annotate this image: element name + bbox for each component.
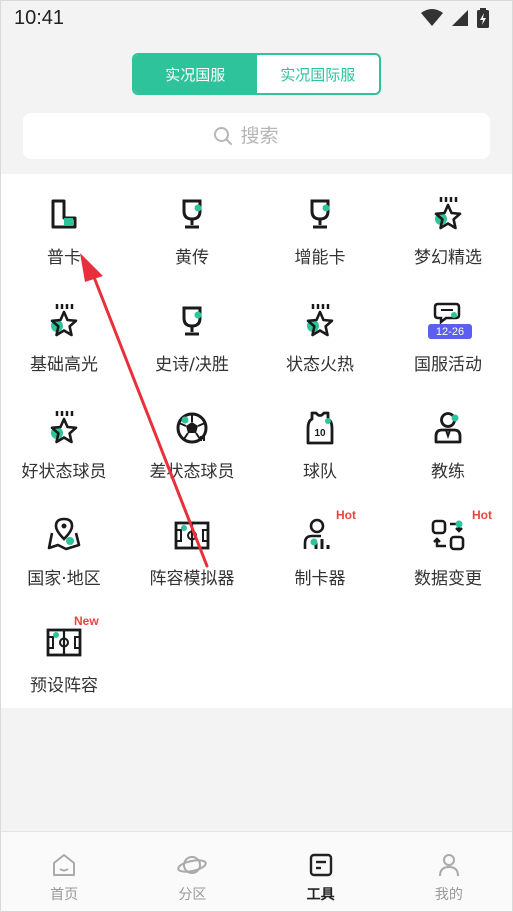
server-switch: 实况国服 实况国际服 (132, 53, 381, 95)
nav-zones[interactable]: 分区 (128, 832, 256, 912)
tool-label: 普卡 (47, 248, 81, 268)
battery-icon (477, 8, 489, 28)
search-input[interactable] (240, 125, 301, 147)
star-icon (50, 304, 78, 337)
tool-dream-select[interactable]: 梦幻精选 (384, 174, 512, 281)
tool-common-card[interactable]: 普卡 (0, 174, 128, 281)
tool-label: 史诗/决胜 (155, 355, 229, 375)
tool-nations[interactable]: 国家·地区 (0, 495, 128, 602)
star-icon (306, 304, 334, 337)
wifi-icon (421, 9, 443, 26)
boot-icon (51, 199, 77, 229)
bottom-nav: 首页 分区 工具 我的 (0, 831, 513, 912)
nav-mine[interactable]: 我的 (385, 832, 513, 912)
tool-label: 差状态球员 (149, 462, 235, 482)
tool-good-form-players[interactable]: 好状态球员 (0, 388, 128, 495)
coach-icon (434, 412, 462, 444)
tool-epic[interactable]: 史诗/决胜 (128, 281, 256, 388)
nav-home[interactable]: 首页 (0, 832, 128, 912)
nav-label: 工具 (306, 887, 335, 903)
user-icon (438, 854, 459, 877)
signal-icon (452, 10, 468, 26)
tool-label: 制卡器 (294, 569, 346, 589)
chat-icon: 12-26 (428, 301, 472, 341)
tool-coaches[interactable]: 教练 (384, 388, 512, 495)
nav-tools[interactable]: 工具 (257, 832, 385, 912)
search-bar[interactable] (23, 113, 490, 159)
tools-grid: 普卡 黄传 增能卡 梦幻精选 基础高光 史诗/决胜 状态火热 12-26 国服活… (0, 174, 513, 708)
tool-label: 教练 (431, 462, 465, 482)
trophy-icon (182, 199, 202, 229)
status-bar: 10:41 (0, 0, 513, 36)
tool-boost-card[interactable]: 增能卡 (256, 174, 384, 281)
card-maker-icon: Hot (300, 508, 356, 555)
nav-label: 分区 (178, 887, 207, 903)
status-icons (421, 8, 489, 28)
tool-label: 黄传 (175, 248, 209, 268)
tool-label: 数据变更 (414, 569, 482, 589)
tool-bad-form-players[interactable]: 差状态球员 (128, 388, 256, 495)
nav-label: 我的 (434, 887, 463, 903)
hot-badge: Hot (472, 508, 492, 522)
date-badge: 12-26 (428, 324, 472, 339)
nav-label: 首页 (50, 887, 79, 903)
tool-label: 状态火热 (286, 355, 354, 375)
tool-label: 基础高光 (30, 355, 98, 375)
tool-basic-highlight[interactable]: 基础高光 (0, 281, 128, 388)
tool-label: 国家·地区 (27, 569, 101, 589)
tool-preset-lineup[interactable]: New 预设阵容 (0, 602, 128, 709)
tab-intl-server[interactable]: 实况国际服 (257, 55, 380, 93)
tool-yellow-legend[interactable]: 黄传 (128, 174, 256, 281)
tool-label: 国服活动 (414, 355, 482, 375)
tool-label: 预设阵容 (30, 676, 98, 696)
tool-label: 阵容模拟器 (149, 569, 235, 589)
star-icon (50, 411, 78, 444)
tab-cn-server[interactable]: 实况国服 (134, 55, 257, 93)
search-icon (213, 127, 232, 145)
jersey-icon: 10 (306, 411, 334, 445)
swap-icon: Hot (428, 508, 492, 555)
trophy-icon (310, 199, 330, 229)
tool-data-changes[interactable]: Hot 数据变更 (384, 495, 512, 602)
tool-cn-events[interactable]: 12-26 国服活动 (384, 281, 512, 388)
trophy-icon (182, 306, 202, 336)
home-icon (53, 854, 76, 876)
pitch-icon: New (44, 614, 99, 662)
tool-hot-form[interactable]: 状态火热 (256, 281, 384, 388)
tool-label: 梦幻精选 (414, 248, 482, 268)
tool-label: 球队 (303, 462, 337, 482)
ball-icon (176, 412, 208, 444)
hot-badge: Hot (336, 508, 356, 522)
pitch-icon (174, 521, 210, 550)
tool-teams[interactable]: 10 球队 (256, 388, 384, 495)
tool-card-maker[interactable]: Hot 制卡器 (256, 495, 384, 602)
status-time: 10:41 (14, 6, 65, 29)
tool-label: 好状态球员 (21, 462, 107, 482)
planet-icon (177, 856, 208, 874)
new-badge: New (74, 614, 99, 628)
tool-label: 增能卡 (294, 248, 346, 268)
tools-icon (309, 853, 332, 877)
star-icon (434, 197, 462, 230)
tool-lineup-simulator[interactable]: 阵容模拟器 (128, 495, 256, 602)
map-icon (47, 517, 81, 551)
svg-text:10: 10 (314, 428, 326, 439)
